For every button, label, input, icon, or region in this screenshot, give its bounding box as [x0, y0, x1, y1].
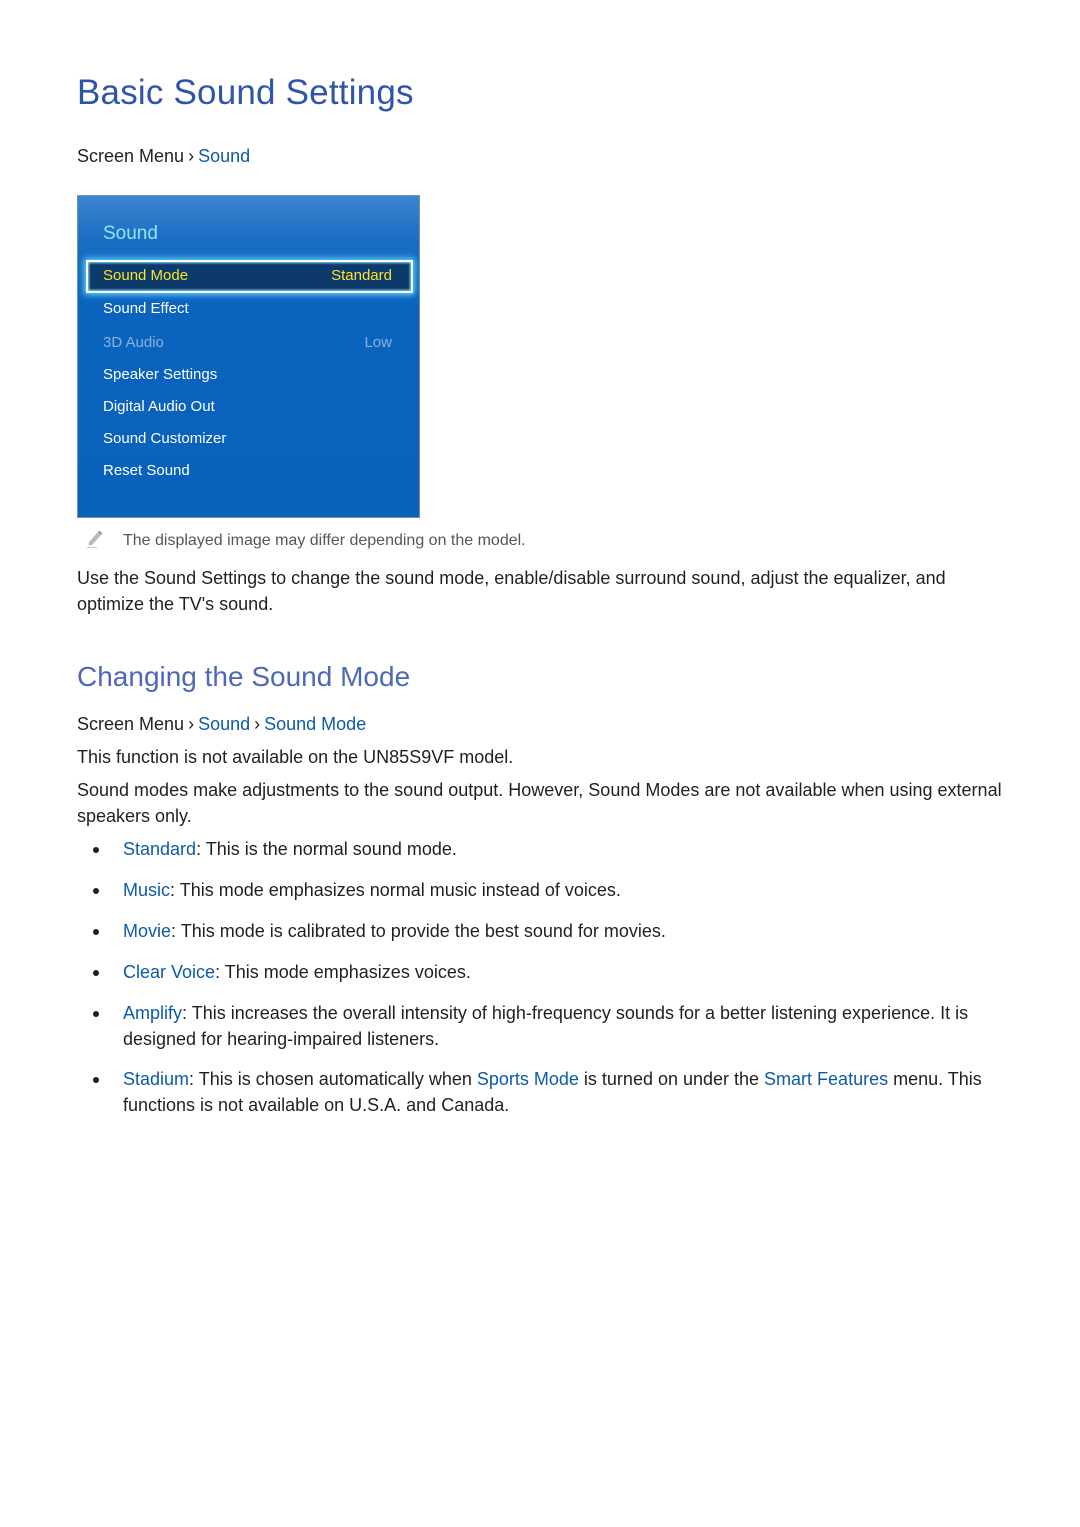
- breadcrumb-link-sound-mode[interactable]: Sound Mode: [264, 714, 366, 734]
- pencil-icon: [87, 530, 103, 548]
- mode-description: : This mode emphasizes voices.: [215, 962, 471, 982]
- chevron-right-icon: ›: [188, 714, 195, 734]
- tv-menu-item-speaker-settings: Speaker Settings: [103, 366, 218, 383]
- mode-name-standard: Standard: [123, 839, 197, 859]
- mode-description: : This is the normal sound mode.: [196, 839, 457, 859]
- tv-menu-item-digital-audio-out: Digital Audio Out: [103, 398, 215, 415]
- note-text: The displayed image may differ depending…: [123, 532, 526, 549]
- breadcrumb-link-sound[interactable]: Sound: [198, 714, 250, 734]
- section-title: Changing the Sound Mode: [77, 661, 411, 692]
- chevron-right-icon: ›: [188, 146, 195, 166]
- mode-description: : This mode is calibrated to provide the…: [171, 921, 666, 941]
- tv-menu-item-sound-mode: Sound Mode: [103, 267, 189, 284]
- chevron-right-icon: ›: [254, 714, 261, 734]
- mode-description: : This mode emphasizes normal music inst…: [170, 880, 621, 900]
- section-description: Sound modes make adjustments to the soun…: [77, 780, 1002, 826]
- mode-name-music: Music: [123, 880, 171, 900]
- bullet-icon: [93, 1011, 99, 1017]
- tv-menu-value-sound-mode: Standard: [331, 267, 392, 284]
- bullet-icon: [93, 970, 99, 976]
- breadcrumb-link-sound[interactable]: Sound: [198, 146, 250, 166]
- tv-sound-menu-screenshot: Sound Sound Mode Standard Sound Effect 3…: [77, 195, 420, 518]
- bullet-icon: [93, 1077, 99, 1083]
- breadcrumb: Screen Menu › Sound: [77, 144, 250, 168]
- availability-note: This function is not available on the UN…: [77, 747, 514, 767]
- mode-name-amplify: Amplify: [123, 1003, 183, 1023]
- tv-menu-item-sound-customizer: Sound Customizer: [103, 430, 227, 447]
- mode-description: is turned on under the: [578, 1069, 765, 1089]
- breadcrumb-root: Screen Menu: [77, 146, 185, 166]
- tv-menu-title: Sound: [103, 223, 158, 244]
- mode-description: : This increases the overall intensity o…: [123, 1003, 969, 1049]
- mode-name-movie: Movie: [123, 921, 172, 941]
- tv-menu-value-3d-audio: Low: [364, 334, 392, 351]
- intro-paragraph: Use the Sound Settings to change the sou…: [77, 568, 946, 614]
- bullet-icon: [93, 847, 99, 853]
- section-breadcrumb: Screen Menu › Sound › Sound Mode: [77, 712, 366, 736]
- tv-menu-item-reset-sound: Reset Sound: [103, 462, 190, 479]
- mode-name-clear-voice: Clear Voice: [123, 962, 216, 982]
- tv-menu-item-3d-audio: 3D Audio: [103, 334, 164, 351]
- mode-name-stadium: Stadium: [123, 1069, 190, 1089]
- breadcrumb-root: Screen Menu: [77, 714, 185, 734]
- link-sports-mode[interactable]: Sports Mode: [477, 1069, 579, 1089]
- page-title: Basic Sound Settings: [77, 73, 414, 112]
- mode-description: : This is chosen automatically when: [189, 1069, 477, 1089]
- bullet-icon: [93, 888, 99, 894]
- link-smart-features[interactable]: Smart Features: [764, 1069, 888, 1089]
- bullet-icon: [93, 929, 99, 935]
- tv-menu-item-sound-effect: Sound Effect: [103, 300, 189, 317]
